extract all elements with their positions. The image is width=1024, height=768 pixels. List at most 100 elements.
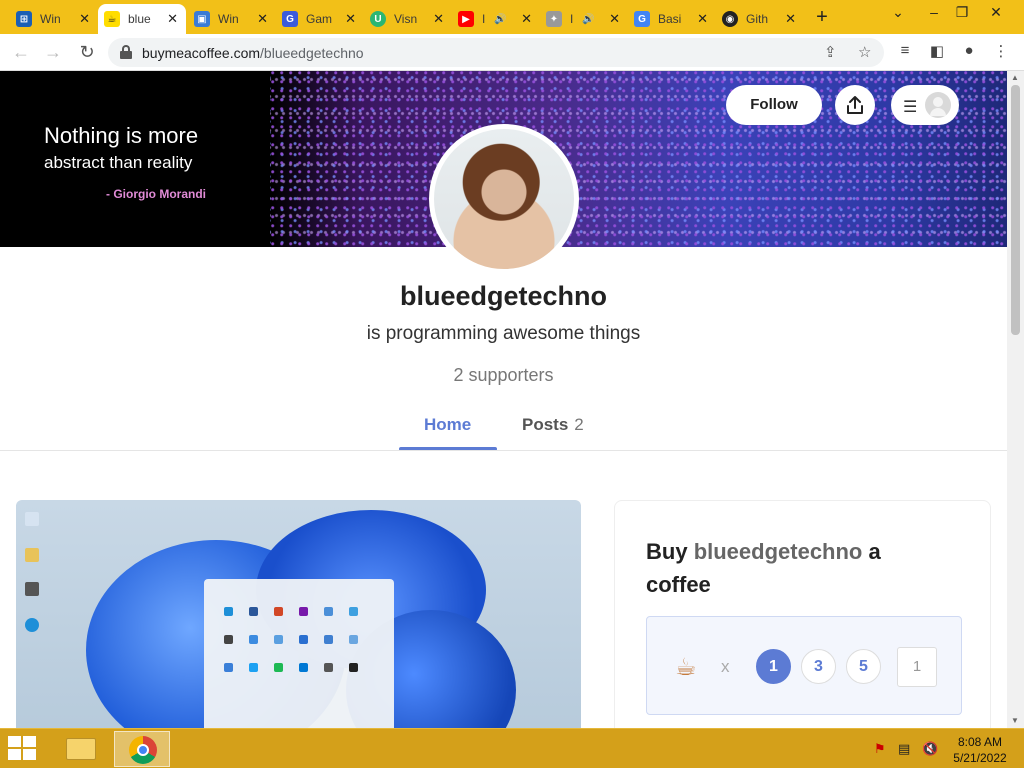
action-center-flag-icon[interactable]: ⚑ — [874, 741, 886, 757]
tab-title: Win — [40, 12, 61, 26]
scroll-thumb[interactable] — [1011, 85, 1020, 335]
buy-coffee-title: Buy blueedgetechno a coffee — [646, 539, 881, 597]
file-explorer-icon — [66, 738, 96, 760]
browser-tab[interactable]: ▶ I 🔊 ✕ — [452, 4, 540, 34]
browser-tab[interactable]: U Visn ✕ — [364, 4, 452, 34]
browser-tab[interactable]: ▣ Win ✕ — [188, 4, 276, 34]
quantity-input[interactable]: 1 — [897, 647, 937, 687]
url-text[interactable]: buymeacoffee.com/blueedgetechno — [142, 45, 364, 61]
close-window-icon[interactable]: ✕ — [982, 4, 1010, 21]
media-control-icon[interactable]: ≡ — [894, 42, 916, 59]
close-tab-icon[interactable]: ✕ — [79, 11, 90, 27]
tab-title: I — [570, 12, 574, 26]
close-tab-icon[interactable]: ✕ — [521, 11, 532, 27]
browser-tab[interactable]: ⊞ Win ✕ — [10, 4, 98, 34]
store-icon — [25, 582, 39, 596]
scroll-down-icon[interactable]: ▼ — [1011, 716, 1019, 725]
audio-playing-icon[interactable]: 🔊 — [582, 14, 594, 25]
follow-button[interactable]: Follow — [726, 85, 822, 125]
clock-time: 8:08 AM — [957, 735, 1003, 749]
browser-tab[interactable]: G Gam ✕ — [276, 4, 364, 34]
recycle-bin-icon — [25, 512, 39, 526]
profile-icon[interactable]: ● — [958, 42, 980, 59]
tab-strip: ⊞ Win ✕ ☕ blue ✕ ▣ Win ✕ G Gam ✕ U Visn … — [0, 0, 1024, 34]
close-tab-icon[interactable]: ✕ — [257, 11, 268, 27]
taskbar-file-explorer[interactable] — [52, 731, 108, 767]
profile-avatar[interactable] — [429, 124, 579, 274]
new-tab-button[interactable]: + — [812, 6, 832, 28]
posts-count: 2 — [574, 415, 584, 434]
tab-title: I — [482, 12, 486, 26]
quote-author: - Giorgio Morandi — [106, 187, 206, 201]
tab-title: Basi — [658, 12, 682, 26]
close-tab-icon[interactable]: ✕ — [697, 11, 708, 27]
taskbar-chrome[interactable] — [114, 731, 170, 767]
lock-icon[interactable] — [120, 45, 132, 59]
quantity-option-3[interactable]: 3 — [801, 649, 836, 684]
user-avatar-icon — [925, 92, 951, 118]
youtube-tab-icon: ▶ — [458, 11, 474, 27]
folder-icon — [25, 548, 39, 562]
chrome-icon — [129, 736, 157, 764]
browser-tab-active[interactable]: ☕ blue ✕ — [98, 4, 186, 34]
browser-tab[interactable]: ✦ I 🔊 ✕ — [540, 4, 628, 34]
quantity-option-1[interactable]: 1 — [756, 649, 791, 684]
tab-search-icon[interactable]: ⌄ — [884, 4, 912, 21]
address-bar[interactable]: buymeacoffee.com/blueedgetechno ⇪ ☆ — [108, 38, 884, 67]
close-tab-icon[interactable]: ✕ — [167, 11, 178, 27]
creator-tagline: is programming awesome things — [366, 323, 641, 344]
tab-title: blue — [128, 12, 151, 26]
tabs-divider — [0, 450, 1007, 451]
buymeacoffee-tab-icon: ☕ — [104, 11, 120, 27]
github-tab-icon: ◉ — [722, 11, 738, 27]
browser-tab[interactable]: ◉ Gith ✕ — [716, 4, 804, 34]
tab-title: Gith — [746, 12, 769, 26]
coffee-quantity-selector: ☕ x 1 3 5 1 — [646, 616, 962, 715]
post-image[interactable] — [16, 500, 581, 728]
windows-tab-icon: ⊞ — [16, 11, 32, 27]
browser-toolbar: ← → ↻ buymeacoffee.com/blueedgetechno ⇪ … — [0, 34, 1024, 71]
quote-line-1: Nothing is more — [44, 123, 199, 148]
close-tab-icon[interactable]: ✕ — [609, 11, 620, 27]
forward-icon[interactable]: → — [42, 41, 64, 63]
quantity-option-5[interactable]: 5 — [846, 649, 881, 684]
reload-icon[interactable]: ↻ — [76, 41, 98, 63]
scroll-up-icon[interactable]: ▲ — [1011, 73, 1019, 82]
start-button[interactable] — [8, 736, 38, 762]
buy-coffee-card: Buy blueedgetechno a coffee ☕ x 1 3 5 1 — [614, 500, 991, 728]
supporters-count[interactable]: 2 supporters — [0, 365, 1007, 386]
back-icon[interactable]: ← — [10, 41, 32, 63]
close-tab-icon[interactable]: ✕ — [785, 11, 796, 27]
chrome-menu-icon[interactable]: ⋮ — [990, 42, 1012, 60]
clock-date: 5/21/2022 — [953, 751, 1007, 765]
tab-title: Win — [218, 12, 239, 26]
gamer-tab-icon: G — [282, 11, 298, 27]
network-icon[interactable]: ▤ — [898, 741, 910, 757]
audio-playing-icon[interactable]: 🔊 — [494, 14, 506, 25]
share-button[interactable] — [835, 85, 875, 125]
visn-tab-icon: U — [370, 11, 386, 27]
volume-muted-icon[interactable]: 🔇 — [922, 741, 938, 757]
restore-icon[interactable]: ❐ — [948, 4, 976, 21]
minimize-icon[interactable]: – — [920, 4, 948, 20]
share-page-icon[interactable]: ⇪ — [824, 43, 837, 61]
browser-tab[interactable]: G Basi ✕ — [628, 4, 716, 34]
share-icon — [847, 96, 863, 114]
edge-icon — [25, 618, 39, 632]
basic-tab-icon: G — [634, 11, 650, 27]
side-panel-icon[interactable]: ◧ — [926, 42, 948, 60]
page-content: Nothing is more abstract than reality - … — [0, 71, 1007, 728]
system-clock[interactable]: 8:08 AM 5/21/2022 — [944, 734, 1016, 766]
creator-name: blueedgetechno — [399, 281, 608, 311]
windows-taskbar: ⚑ ▤ 🔇 8:08 AM 5/21/2022 — [0, 728, 1024, 768]
account-menu-button[interactable]: ☰ — [891, 85, 959, 125]
tab-posts[interactable]: Posts 2 — [522, 415, 584, 435]
times-symbol: x — [721, 657, 730, 676]
bookmark-star-icon[interactable]: ☆ — [858, 43, 871, 61]
page-scrollbar[interactable]: ▲ ▼ — [1007, 71, 1024, 728]
coffee-cup-icon: ☕ — [675, 654, 697, 681]
start-menu-preview — [204, 579, 394, 728]
tab-home[interactable]: Home — [424, 415, 471, 435]
close-tab-icon[interactable]: ✕ — [433, 11, 444, 27]
close-tab-icon[interactable]: ✕ — [345, 11, 356, 27]
